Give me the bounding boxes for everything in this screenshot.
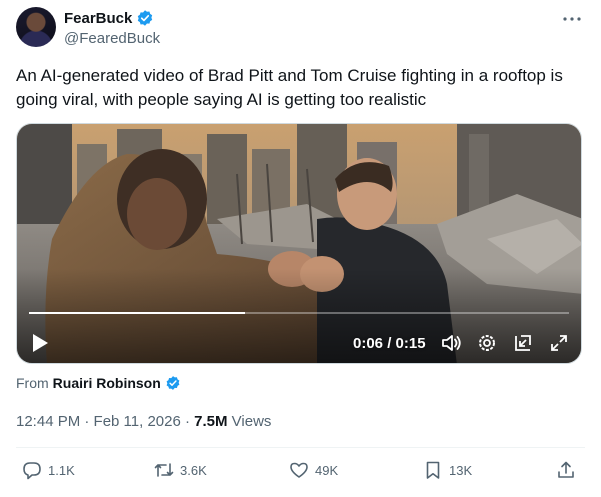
share-button[interactable]: [556, 460, 576, 480]
play-icon[interactable]: [31, 333, 49, 353]
heart-icon: [290, 462, 308, 478]
tweet-timestamp[interactable]: 12:44 PM · Feb 11, 2026 ·: [16, 413, 194, 430]
author-handle[interactable]: @FearedBuck: [64, 30, 160, 47]
tweet-meta: 12:44 PM · Feb 11, 2026 · 7.5M Views: [16, 413, 271, 430]
share-icon: [558, 461, 574, 478]
video-player[interactable]: 0:06 / 0:15: [16, 123, 582, 364]
action-bar: 1.1K 3.6K 49K 13K: [0, 455, 601, 491]
repost-button[interactable]: 3.6K: [154, 460, 207, 480]
reply-button[interactable]: 1.1K: [22, 460, 75, 480]
bookmark-count: 13K: [449, 462, 473, 478]
avatar[interactable]: [16, 7, 56, 47]
author-name-row: FearBuck: [64, 9, 154, 27]
source-prefix: From: [16, 375, 49, 391]
verified-badge-icon: [138, 10, 153, 26]
bookmark-button[interactable]: 13K: [423, 460, 472, 480]
like-button[interactable]: 49K: [289, 460, 338, 480]
repost-count: 3.6K: [180, 462, 207, 478]
reply-count: 1.1K: [48, 462, 75, 478]
views-label: Views: [227, 413, 272, 430]
divider: [16, 447, 585, 448]
pip-icon[interactable]: [512, 332, 534, 354]
tweet-text: An AI-generated video of Brad Pitt and T…: [16, 66, 563, 109]
volume-icon[interactable]: [440, 332, 462, 354]
more-options-icon[interactable]: [561, 9, 583, 29]
video-progress-fill: [29, 312, 245, 314]
like-count: 49K: [315, 462, 339, 478]
fullscreen-icon[interactable]: [548, 332, 570, 354]
views-count: 7.5M: [194, 413, 228, 430]
author-display-name[interactable]: FearBuck: [64, 10, 132, 27]
video-frame: [17, 124, 581, 363]
source-name[interactable]: Ruairi Robinson: [53, 375, 161, 391]
video-progress-bar[interactable]: [29, 312, 569, 314]
video-time-display: 0:06 / 0:15: [353, 335, 426, 352]
video-source: From Ruairi Robinson: [16, 375, 181, 391]
verified-badge-icon: [166, 376, 180, 390]
settings-icon[interactable]: [476, 332, 498, 354]
bookmark-icon: [426, 461, 440, 479]
repost-icon: [154, 463, 174, 477]
reply-icon: [23, 462, 41, 480]
